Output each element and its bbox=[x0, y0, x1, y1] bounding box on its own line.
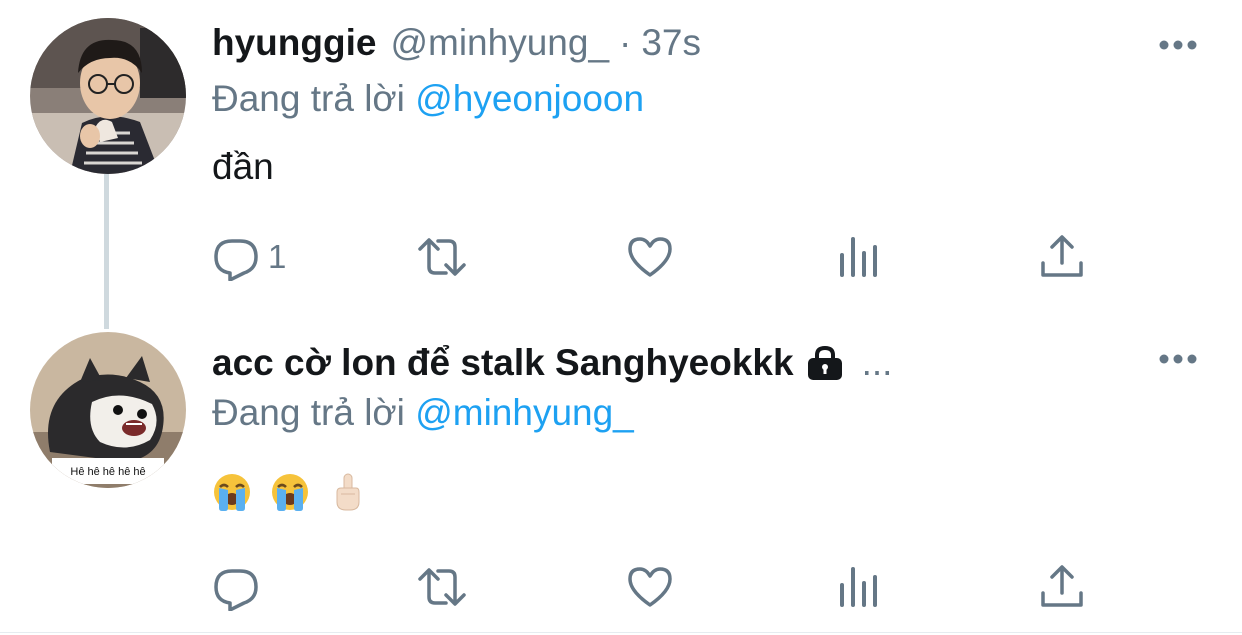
replying-to-label: Đang trả lời bbox=[212, 392, 405, 433]
display-name[interactable]: hyunggie bbox=[212, 22, 376, 64]
share-icon bbox=[1041, 235, 1083, 277]
reply-count: 1 bbox=[268, 238, 287, 275]
like-button[interactable] bbox=[626, 232, 674, 282]
separator-dot: · bbox=[619, 22, 632, 63]
name-truncation: ... bbox=[861, 342, 893, 383]
retweet-icon bbox=[418, 568, 466, 606]
replying-to: Đang trả lời @minhyung_ bbox=[212, 392, 634, 434]
reply-icon bbox=[214, 239, 258, 281]
more-options-icon[interactable] bbox=[1158, 352, 1198, 366]
loudly-crying-face-icon bbox=[212, 472, 252, 512]
share-button[interactable] bbox=[1038, 562, 1086, 612]
share-icon bbox=[1041, 565, 1083, 607]
avatar-caption: Hê hê hê hê hê bbox=[70, 466, 145, 478]
tweet-text bbox=[212, 472, 368, 512]
tweet[interactable]: Hê hê hê hê hê acc cờ lon để stalk Sangh… bbox=[0, 330, 1242, 630]
retweet-icon bbox=[418, 238, 466, 276]
reply-button[interactable]: 1 bbox=[212, 232, 286, 282]
tweet-header: acc cờ lon để stalk Sanghyeokkk ... bbox=[212, 342, 892, 384]
avatar[interactable] bbox=[30, 18, 186, 174]
analytics-button[interactable] bbox=[834, 232, 882, 282]
reply-button[interactable] bbox=[212, 562, 260, 612]
thread-connector bbox=[104, 174, 109, 329]
mention-link[interactable]: @hyeonjooon bbox=[415, 78, 644, 119]
lock-icon bbox=[807, 345, 842, 380]
heart-icon bbox=[628, 567, 672, 607]
tweet-text: đần bbox=[212, 146, 274, 187]
retweet-button[interactable] bbox=[416, 562, 468, 612]
display-name[interactable]: acc cờ lon để stalk Sanghyeokkk bbox=[212, 342, 794, 384]
analytics-icon bbox=[840, 237, 877, 277]
heart-icon bbox=[628, 237, 672, 277]
loudly-crying-face-icon bbox=[270, 472, 310, 512]
analytics-icon bbox=[840, 567, 877, 607]
middle-finger-icon bbox=[328, 472, 368, 512]
reply-icon bbox=[214, 569, 258, 611]
username-handle[interactable]: @minhyung_ bbox=[390, 22, 609, 64]
timestamp[interactable]: 37s bbox=[641, 22, 701, 64]
tweet-actions bbox=[212, 562, 1112, 612]
divider bbox=[0, 632, 1242, 633]
mention-link[interactable]: @minhyung_ bbox=[415, 392, 634, 433]
retweet-button[interactable] bbox=[416, 232, 468, 282]
more-options-icon[interactable] bbox=[1158, 38, 1198, 52]
tweet[interactable]: hyunggie @minhyung_ · 37s Đang trả lời @… bbox=[0, 0, 1242, 329]
analytics-button[interactable] bbox=[834, 562, 882, 612]
like-button[interactable] bbox=[626, 562, 674, 612]
replying-to-label: Đang trả lời bbox=[212, 78, 405, 119]
tweet-actions: 1 bbox=[212, 232, 1112, 282]
share-button[interactable] bbox=[1038, 232, 1086, 282]
tweet-header: hyunggie @minhyung_ · 37s bbox=[212, 22, 701, 64]
husky-dog-icon: Hê hê hê hê hê bbox=[30, 332, 186, 488]
person-photo-icon bbox=[30, 18, 186, 174]
replying-to: Đang trả lời @hyeonjooon bbox=[212, 78, 644, 120]
avatar[interactable]: Hê hê hê hê hê bbox=[30, 332, 186, 488]
